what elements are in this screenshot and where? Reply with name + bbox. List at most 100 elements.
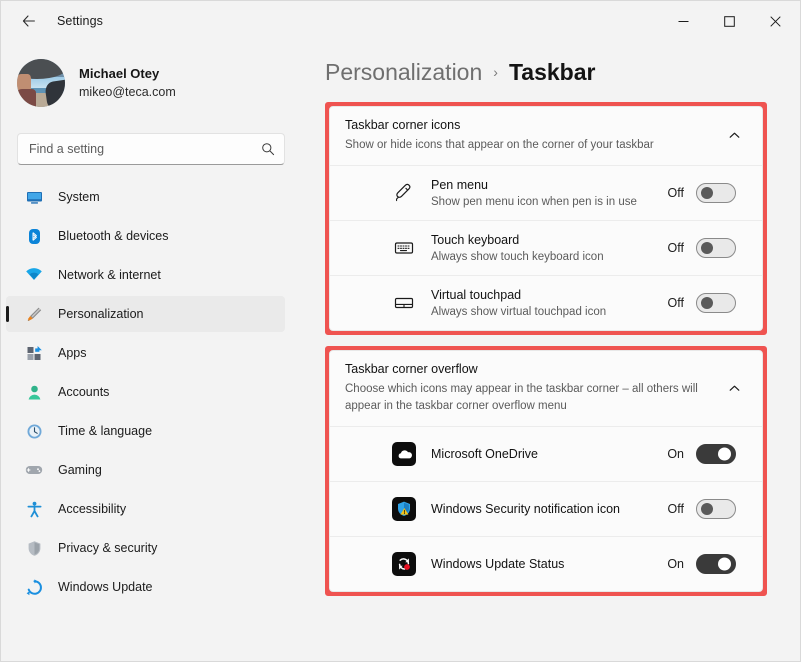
accessibility-icon	[24, 499, 44, 519]
wifi-icon	[24, 265, 44, 285]
maximize-button[interactable]	[706, 1, 752, 41]
sidebar-item-label: Accessibility	[58, 502, 127, 516]
annotation-box-corner-icons: Taskbar corner icons Show or hide icons …	[325, 102, 767, 336]
close-icon	[769, 15, 781, 27]
card-description: Show or hide icons that appear on the co…	[345, 138, 654, 151]
row-virtual-touchpad[interactable]: Virtual touchpad Always show virtual tou…	[330, 275, 762, 331]
toggle-windows-security[interactable]	[696, 499, 736, 520]
keyboard-icon	[389, 237, 419, 259]
window-controls	[660, 1, 800, 41]
gamepad-icon	[24, 460, 44, 480]
row-pen-menu[interactable]: Pen menu Show pen menu icon when pen is …	[330, 165, 762, 221]
sidebar-item-label: Privacy & security	[58, 541, 158, 555]
update-icon	[24, 577, 44, 597]
sidebar-item-label: Network & internet	[58, 268, 161, 282]
sidebar-item-personalization[interactable]: Personalization	[6, 296, 285, 332]
account-name: Michael Otey	[79, 66, 160, 82]
maximize-icon	[723, 15, 735, 27]
card-taskbar-corner-icons: Taskbar corner icons Show or hide icons …	[329, 106, 763, 332]
card-title: Taskbar corner icons	[345, 118, 461, 132]
row-description: Always show virtual touchpad icon	[431, 305, 607, 318]
onedrive-icon	[389, 442, 419, 467]
avatar	[17, 59, 65, 107]
clock-icon	[24, 421, 44, 441]
minimize-button[interactable]	[660, 1, 706, 41]
window-body: Michael Otey mikeo@teca.com Find a setti…	[1, 41, 800, 661]
card-title: Taskbar corner overflow	[345, 362, 478, 377]
sidebar-item-windows-update[interactable]: Windows Update	[6, 569, 285, 605]
apps-icon	[24, 343, 44, 363]
row-title: Microsoft OneDrive	[431, 447, 538, 462]
sidebar-item-label: Gaming	[58, 463, 102, 477]
close-button[interactable]	[752, 1, 798, 41]
pen-icon	[389, 182, 419, 204]
search-input[interactable]	[29, 142, 261, 156]
windows-security-icon	[389, 497, 419, 522]
toggle-state-label: Off	[667, 502, 684, 517]
toggle-state-label: Off	[667, 186, 684, 201]
page-title: Taskbar	[508, 59, 596, 85]
sidebar-item-label: Accounts	[58, 385, 110, 399]
windows-update-icon	[389, 552, 419, 577]
sidebar: Michael Otey mikeo@teca.com Find a setti…	[1, 41, 301, 661]
breadcrumb-parent[interactable]: Personalization	[325, 59, 482, 86]
sidebar-item-accounts[interactable]: Accounts	[6, 374, 285, 410]
app-title: Settings	[57, 14, 103, 28]
sidebar-item-apps[interactable]: Apps	[6, 335, 285, 371]
search-box[interactable]	[17, 133, 285, 165]
sidebar-item-label: Bluetooth & devices	[58, 229, 169, 243]
sidebar-item-label: Apps	[58, 346, 87, 360]
card-header-corner-icons[interactable]: Taskbar corner icons Show or hide icons …	[330, 107, 762, 166]
title-bar: Settings	[1, 1, 800, 41]
search-container	[17, 133, 285, 165]
toggle-pen-menu[interactable]	[696, 183, 736, 204]
annotation-box-corner-overflow: Taskbar corner overflow Choose which ico…	[325, 346, 767, 597]
row-title: Windows Security notification icon	[431, 502, 620, 517]
toggle-touch-keyboard[interactable]	[696, 238, 736, 259]
sidebar-item-gaming[interactable]: Gaming	[6, 452, 285, 488]
sidebar-item-label: System	[58, 190, 100, 204]
sidebar-item-label: Personalization	[58, 307, 144, 321]
touchpad-icon	[389, 292, 419, 314]
breadcrumb-separator-icon: ›	[493, 64, 498, 80]
toggle-state-label: Off	[667, 241, 684, 256]
sidebar-item-label: Time & language	[58, 424, 153, 438]
person-icon	[24, 382, 44, 402]
shield-icon	[24, 538, 44, 558]
sidebar-item-network-internet[interactable]: Network & internet	[6, 257, 285, 293]
row-title: Windows Update Status	[431, 557, 565, 572]
row-windows-security-notification-icon[interactable]: Windows Security notification icon Off	[330, 481, 762, 537]
account-profile[interactable]: Michael Otey mikeo@teca.com	[17, 51, 301, 115]
chevron-up-icon[interactable]	[720, 129, 748, 142]
back-arrow-icon	[22, 15, 35, 27]
settings-cards: Taskbar corner icons Show or hide icons …	[311, 102, 780, 597]
sidebar-item-privacy-security[interactable]: Privacy & security	[6, 530, 285, 566]
row-description: Show pen menu icon when pen is in use	[431, 195, 637, 208]
bluetooth-icon	[24, 226, 44, 246]
row-description: Always show touch keyboard icon	[431, 250, 604, 263]
toggle-state-label: On	[667, 557, 684, 572]
back-button[interactable]	[9, 5, 49, 37]
row-windows-update-status[interactable]: Windows Update Status On	[330, 536, 762, 592]
paintbrush-icon	[24, 304, 44, 324]
row-title: Touch keyboard	[431, 232, 520, 247]
card-description: Choose which icons may appear in the tas…	[345, 382, 698, 412]
search-icon	[261, 142, 275, 156]
card-taskbar-corner-overflow: Taskbar corner overflow Choose which ico…	[329, 350, 763, 593]
row-microsoft-onedrive[interactable]: Microsoft OneDrive On	[330, 426, 762, 482]
toggle-virtual-touchpad[interactable]	[696, 293, 736, 314]
account-email: mikeo@teca.com	[79, 84, 176, 99]
sidebar-nav: System Bluetooth & devices Network & int…	[1, 179, 301, 605]
row-touch-keyboard[interactable]: Touch keyboard Always show touch keyboar…	[330, 220, 762, 276]
sidebar-item-time-language[interactable]: Time & language	[6, 413, 285, 449]
toggle-microsoft-onedrive[interactable]	[696, 444, 736, 465]
row-title: Virtual touchpad	[431, 287, 522, 302]
toggle-windows-update-status[interactable]	[696, 554, 736, 575]
main-content: Personalization › Taskbar Taskbar corner…	[301, 41, 800, 661]
chevron-up-icon[interactable]	[720, 382, 748, 395]
sidebar-item-system[interactable]: System	[6, 179, 285, 215]
settings-window: Settings Michael Otey mikeo@teca.com Fin…	[0, 0, 801, 662]
sidebar-item-bluetooth-devices[interactable]: Bluetooth & devices	[6, 218, 285, 254]
sidebar-item-accessibility[interactable]: Accessibility	[6, 491, 285, 527]
card-header-corner-overflow[interactable]: Taskbar corner overflow Choose which ico…	[330, 351, 762, 427]
